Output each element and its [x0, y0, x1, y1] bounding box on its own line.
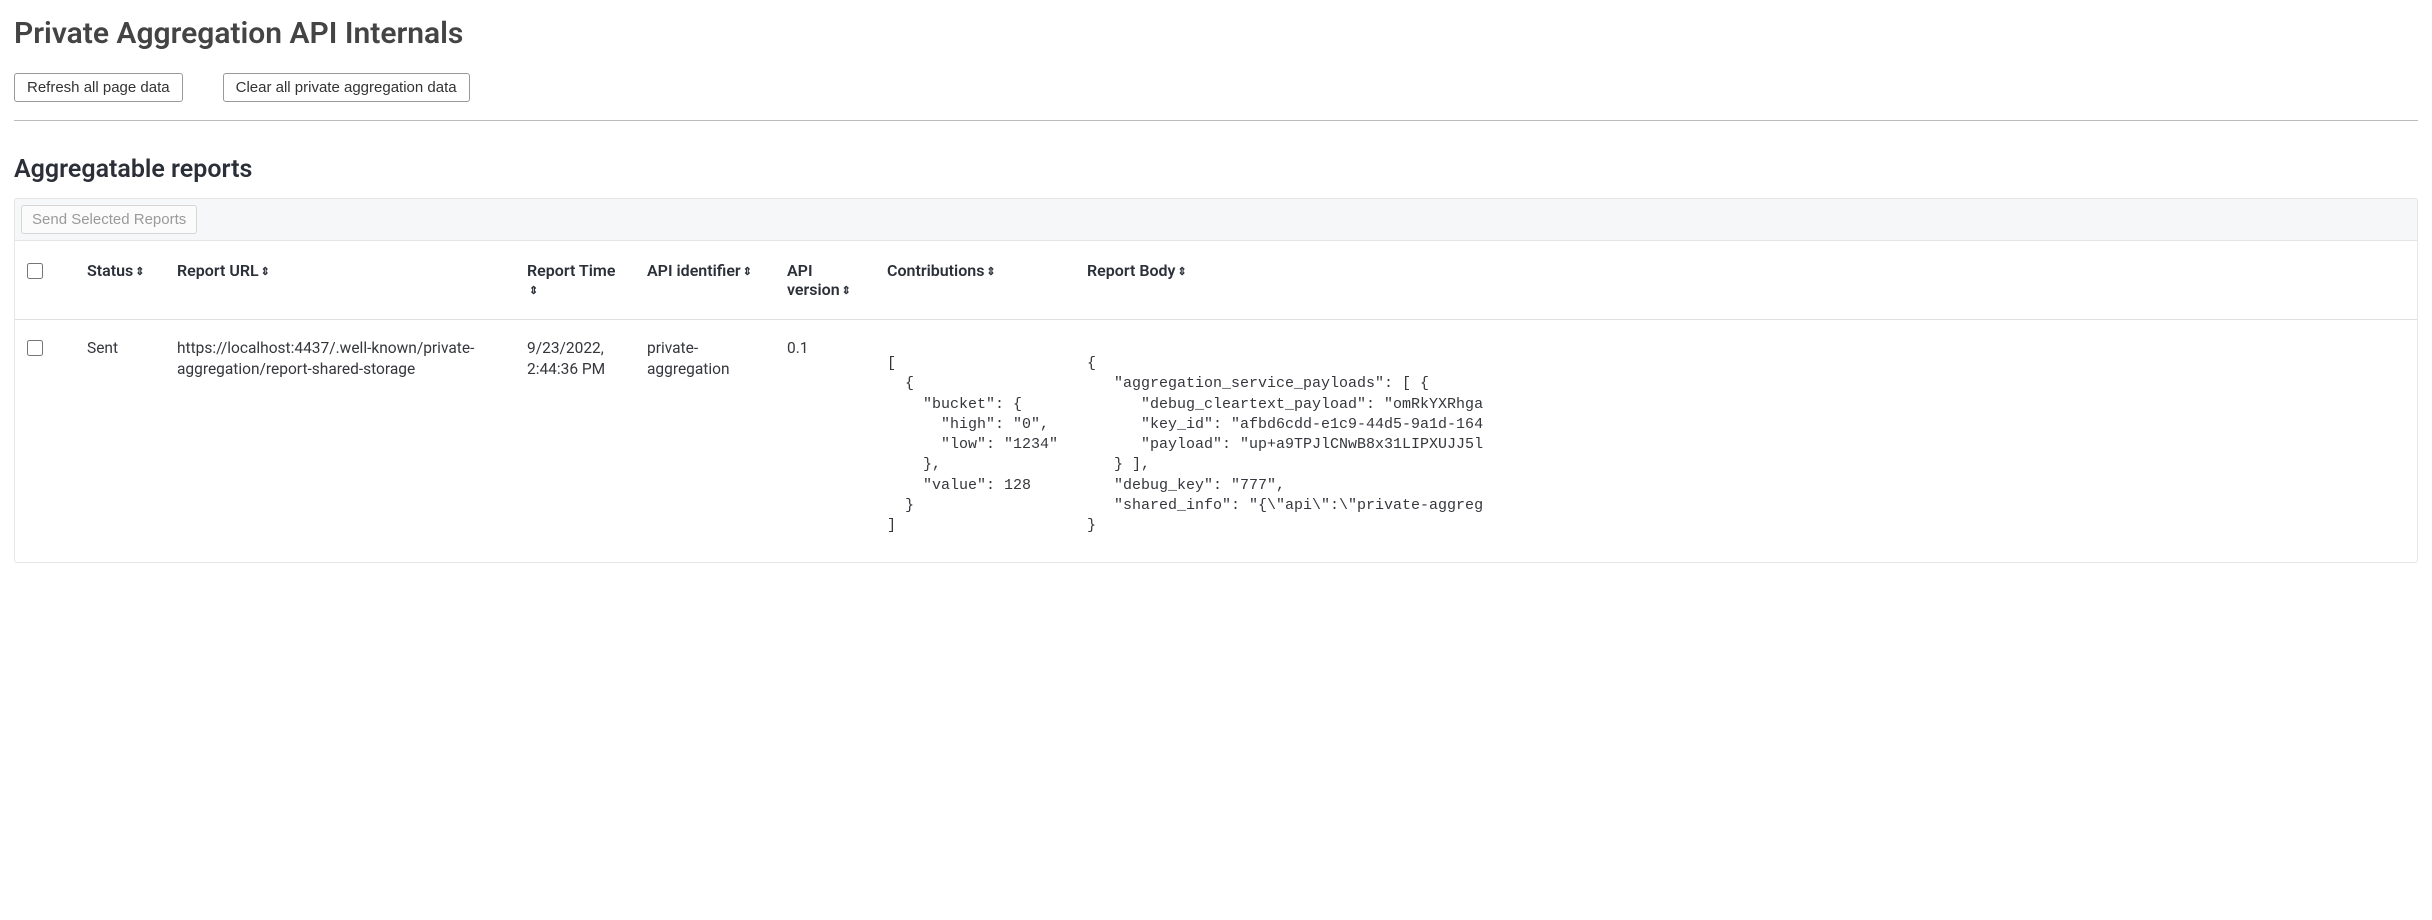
section-toolbar: Send Selected Reports: [14, 198, 2418, 241]
refresh-button[interactable]: Refresh all page data: [14, 73, 183, 102]
cell-report-url: https://localhost:4437/.well-known/priva…: [165, 320, 515, 563]
page-title: Private Aggregation API Internals: [14, 16, 2418, 51]
sort-icon: ⇕: [529, 285, 538, 296]
column-header-api-identifier[interactable]: API identifier⇕: [635, 241, 775, 320]
column-header-status[interactable]: Status⇕: [75, 241, 165, 320]
column-header-time[interactable]: Report Time⇕: [515, 241, 635, 320]
sort-icon: ⇕: [1178, 266, 1187, 277]
column-header-contributions[interactable]: Contributions⇕: [875, 241, 1075, 320]
send-selected-button[interactable]: Send Selected Reports: [21, 205, 197, 234]
divider: [14, 120, 2418, 121]
sort-icon: ⇕: [743, 266, 752, 277]
cell-report-time: 9/23/2022, 2:44:36 PM: [515, 320, 635, 563]
cell-status: Sent: [75, 320, 165, 563]
table-header-row: Status⇕ Report URL⇕ Report Time⇕ API ide…: [15, 241, 2417, 320]
column-header-select: [15, 241, 75, 320]
reports-table: Status⇕ Report URL⇕ Report Time⇕ API ide…: [15, 241, 2417, 562]
reports-table-container: Status⇕ Report URL⇕ Report Time⇕ API ide…: [14, 241, 2418, 563]
sort-icon: ⇕: [842, 285, 851, 296]
select-all-checkbox[interactable]: [27, 263, 43, 279]
sort-icon: ⇕: [261, 266, 270, 277]
contributions-json: [ { "bucket": { "high": "0", "low": "123…: [887, 354, 1063, 536]
cell-report-body: { "aggregation_service_payloads": [ { "d…: [1075, 320, 2417, 563]
top-toolbar: Refresh all page data Clear all private …: [14, 73, 2418, 102]
report-body-json: { "aggregation_service_payloads": [ { "d…: [1087, 354, 2405, 536]
row-checkbox[interactable]: [27, 340, 43, 356]
table-row: Sent https://localhost:4437/.well-known/…: [15, 320, 2417, 563]
column-header-api-version[interactable]: API version⇕: [775, 241, 875, 320]
section-title: Aggregatable reports: [14, 155, 2418, 184]
clear-button[interactable]: Clear all private aggregation data: [223, 73, 470, 102]
cell-api-version: 0.1: [775, 320, 875, 563]
column-header-report-body[interactable]: Report Body⇕: [1075, 241, 2417, 320]
column-header-url[interactable]: Report URL⇕: [165, 241, 515, 320]
sort-icon: ⇕: [135, 266, 144, 277]
sort-icon: ⇕: [986, 266, 995, 277]
cell-contributions: [ { "bucket": { "high": "0", "low": "123…: [875, 320, 1075, 563]
cell-api-identifier: private-aggregation: [635, 320, 775, 563]
